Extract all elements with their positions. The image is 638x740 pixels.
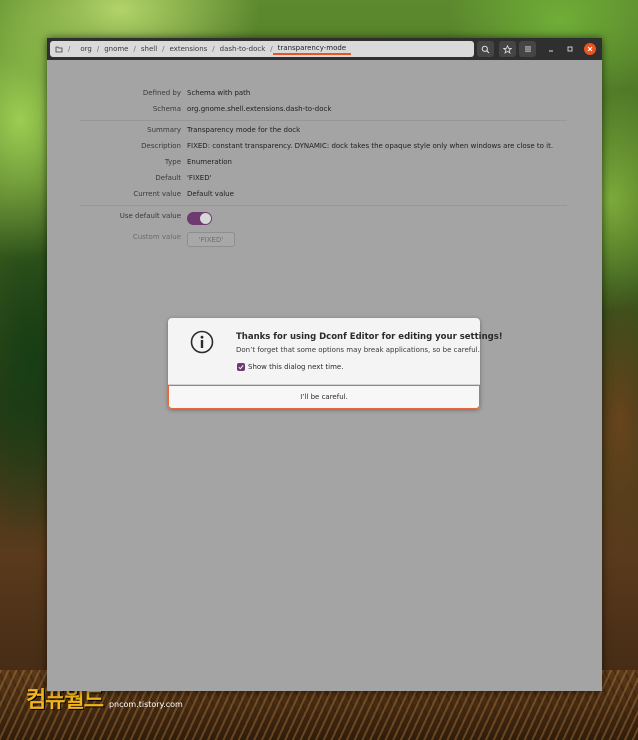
- crumb-dash-to-dock[interactable]: dash-to-dock: [215, 45, 271, 53]
- type-value: Enumeration: [187, 158, 232, 166]
- summary-value: Transparency mode for the dock: [187, 126, 301, 134]
- close-button[interactable]: [584, 43, 596, 55]
- maximize-button[interactable]: [564, 43, 576, 55]
- use-default-toggle[interactable]: [187, 212, 212, 225]
- maximize-icon: [567, 46, 573, 52]
- minimize-button[interactable]: [545, 43, 557, 55]
- divider: [80, 120, 567, 121]
- use-default-label: Use default value: [119, 212, 181, 220]
- default-label: Default: [155, 174, 181, 182]
- show-dialog-checkbox[interactable]: Show this dialog next time.: [237, 363, 343, 371]
- crumb-shell[interactable]: shell: [136, 45, 162, 53]
- crumb-extensions[interactable]: extensions: [165, 45, 213, 53]
- checkbox-label: Show this dialog next time.: [248, 363, 344, 371]
- path-separator: /: [68, 45, 71, 53]
- search-icon: [481, 45, 490, 53]
- description-value: FIXED: constant transparency. DYNAMIC: d…: [187, 142, 554, 150]
- titlebar: / org / gnome / shell / extensions / das…: [47, 38, 602, 60]
- crumb-transparency-mode[interactable]: transparency-mode: [272, 44, 352, 55]
- description-row: Description FIXED: constant transparency…: [47, 141, 602, 151]
- default-value: 'FIXED': [187, 174, 212, 182]
- watermark-url: pncom.tistory.com: [108, 700, 183, 709]
- crumb-org[interactable]: org: [75, 45, 96, 53]
- custom-value-label: Custom value: [132, 233, 181, 241]
- custom-value-row: Custom value: [47, 232, 602, 242]
- default-row: Default 'FIXED': [47, 173, 602, 183]
- watermark-logo-part1: 컴퓨: [26, 688, 65, 713]
- root-folder-icon[interactable]: [54, 45, 63, 54]
- defined-by-row: Defined by Schema with path: [47, 88, 602, 98]
- type-row: Type Enumeration: [47, 157, 602, 167]
- ill-be-careful-button[interactable]: I’ll be careful.: [168, 385, 480, 409]
- toggle-knob: [200, 213, 211, 224]
- close-icon: [587, 46, 593, 52]
- watermark-logo-part2: 월드: [64, 688, 103, 713]
- defined-by-label: Defined by: [142, 89, 181, 97]
- search-button[interactable]: [477, 41, 494, 57]
- welcome-dialog: Thanks for using Dconf Editor for editin…: [168, 318, 503, 409]
- summary-row: Summary Transparency mode for the dock: [47, 125, 602, 135]
- type-label: Type: [164, 158, 181, 166]
- star-icon: [503, 44, 512, 54]
- checkbox-checked-icon[interactable]: [237, 363, 245, 371]
- hamburger-menu-icon: [524, 46, 531, 52]
- use-default-row: Use default value: [47, 211, 602, 221]
- schema-label: Schema: [152, 105, 181, 113]
- info-icon: [190, 330, 214, 354]
- schema-value: org.gnome.shell.extensions.dash-to-dock: [187, 105, 332, 113]
- crumb-gnome[interactable]: gnome: [99, 45, 133, 53]
- description-label: Description: [141, 142, 181, 150]
- current-value-label: Current value: [133, 190, 181, 198]
- defined-by-value: Schema with path: [187, 89, 251, 97]
- dialog-title: Thanks for using Dconf Editor for editin…: [236, 332, 503, 342]
- current-value: Default value: [187, 190, 234, 198]
- main-menu-button[interactable]: [519, 41, 536, 57]
- dialog-message: Don’t forget that some options may break…: [236, 346, 480, 354]
- minimize-icon: [549, 50, 553, 52]
- bookmarks-button[interactable]: [499, 41, 516, 57]
- schema-row: Schema org.gnome.shell.extensions.dash-t…: [47, 104, 602, 114]
- summary-label: Summary: [147, 126, 181, 134]
- pathbar: / org / gnome / shell / extensions / das…: [50, 41, 474, 57]
- custom-value-field[interactable]: 'FIXED': [187, 232, 235, 247]
- current-value-row: Current value Default value: [47, 189, 602, 199]
- divider: [80, 205, 567, 206]
